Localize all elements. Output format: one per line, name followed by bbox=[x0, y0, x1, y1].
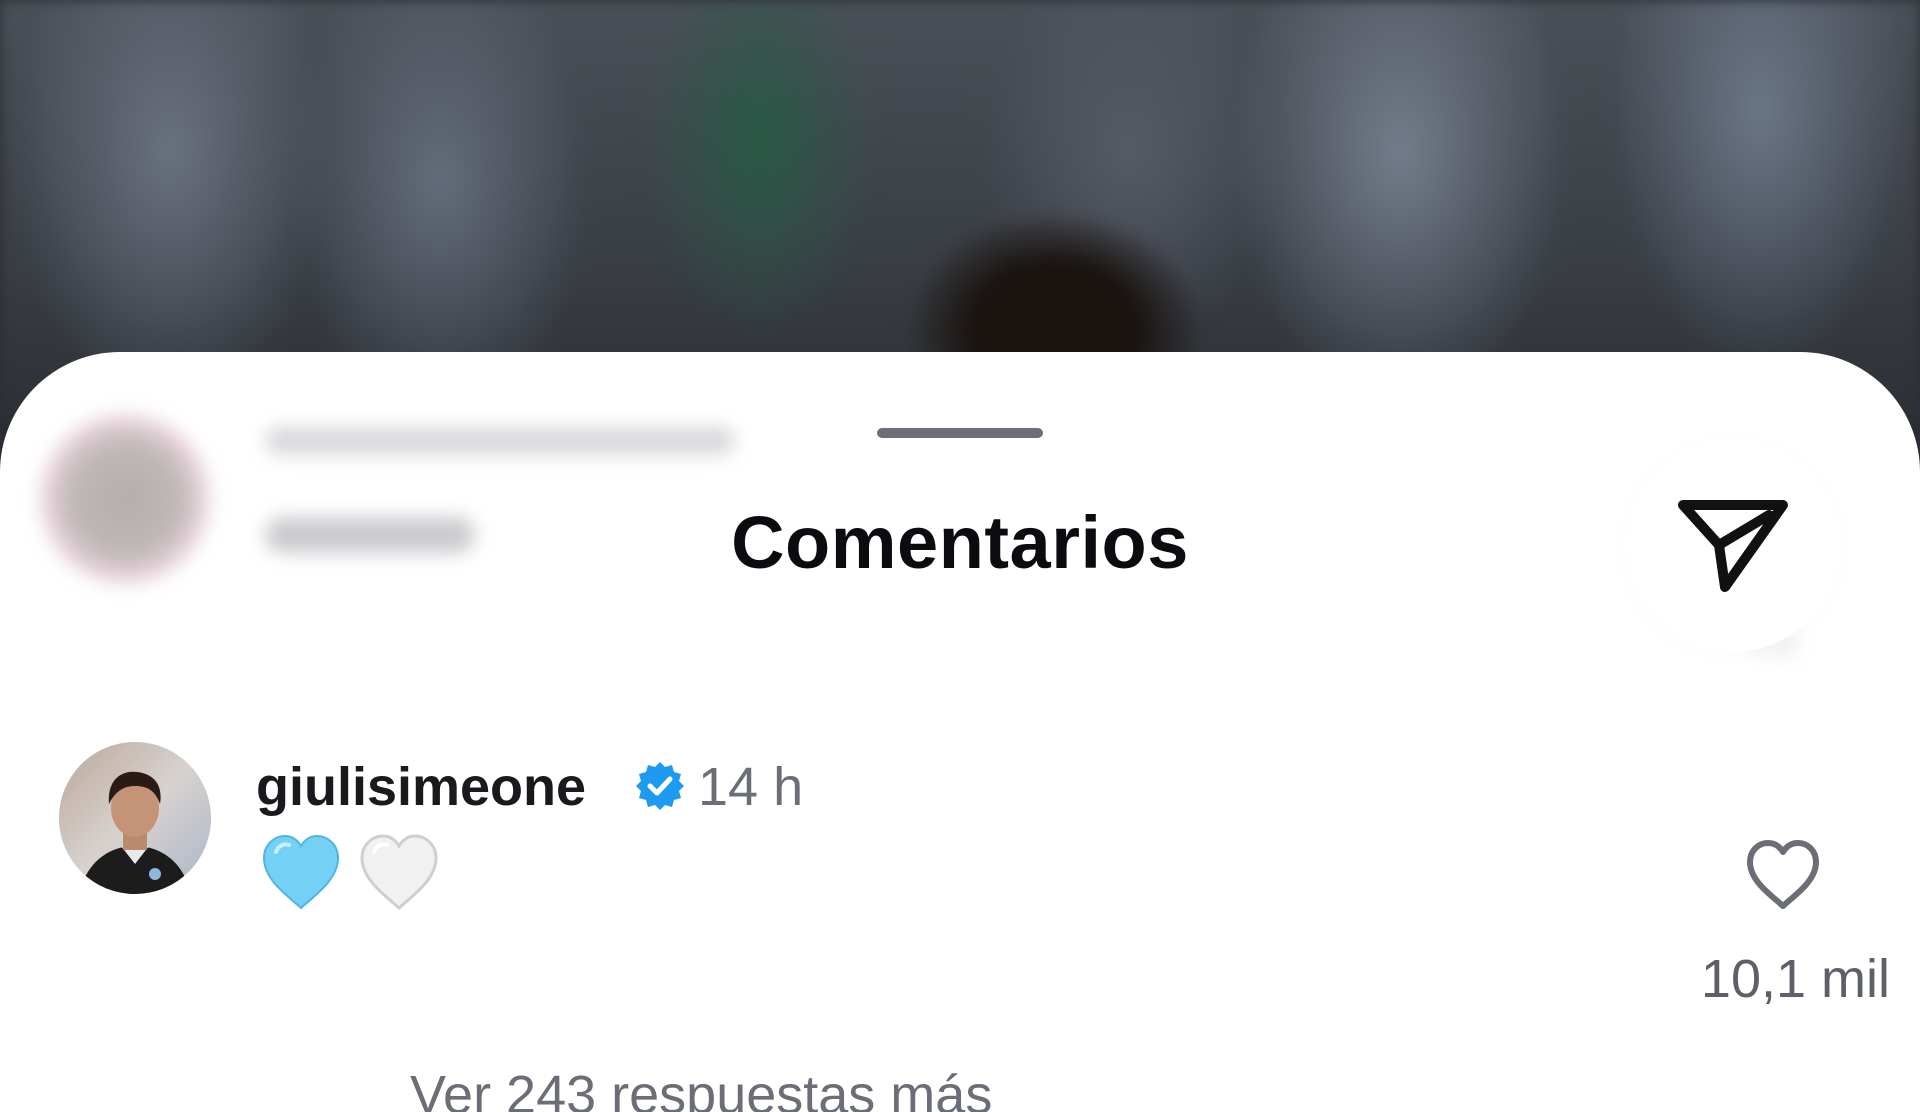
avatar-photo bbox=[59, 742, 211, 894]
heart-outline-icon[interactable] bbox=[1742, 834, 1824, 916]
comment-username[interactable]: giulisimeone bbox=[256, 756, 586, 818]
verified-badge-icon bbox=[636, 762, 684, 810]
comments-sheet: 49 Comentarios bbox=[0, 352, 1920, 1112]
comment-item: giulisimeone 14 h 10,1 mil bbox=[0, 742, 1920, 1042]
comment-text bbox=[258, 830, 442, 916]
avatar[interactable] bbox=[59, 742, 211, 894]
view-more-replies-button[interactable]: Ver 243 respuestas más bbox=[410, 1064, 992, 1112]
comment-timestamp: 14 h bbox=[698, 757, 804, 817]
light-blue-heart-icon bbox=[262, 834, 340, 910]
background-comment-username bbox=[265, 427, 735, 455]
sheet-drag-handle[interactable] bbox=[877, 428, 1043, 438]
comment-like-count: 10,1 mil bbox=[1700, 949, 1890, 1009]
paper-plane-icon bbox=[1678, 500, 1788, 592]
white-heart-icon bbox=[360, 834, 438, 911]
share-button[interactable] bbox=[1626, 438, 1840, 652]
